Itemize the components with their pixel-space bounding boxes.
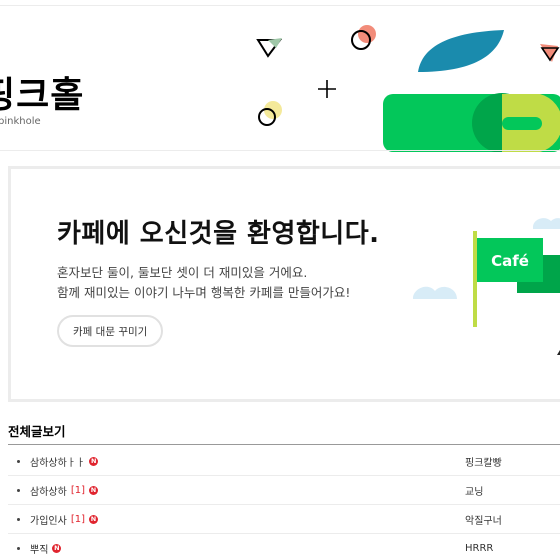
top-divider xyxy=(0,5,560,6)
welcome-desc-line-1: 혼자보단 둘이, 둘보단 셋이 더 재미있을 거에요. xyxy=(57,265,308,280)
welcome-title: 카페에 오신것을 환영합니다. xyxy=(57,219,380,249)
teal-leaf xyxy=(418,30,504,72)
header-decoration-art xyxy=(256,25,560,152)
decorate-cafe-button[interactable]: 카페 대문 꾸미기 xyxy=(57,315,164,347)
list-header-divider xyxy=(8,444,560,445)
new-badge-icon: N xyxy=(89,456,99,466)
cloud-shape-2 xyxy=(413,286,457,299)
comment-count[interactable]: [1] xyxy=(71,485,85,496)
flag-pole xyxy=(473,231,477,327)
table-row[interactable]: 가입인사 [1] N 악질구너 xyxy=(8,505,560,534)
post-author[interactable]: 핑크칼빵 xyxy=(465,454,502,469)
flag-label: Café xyxy=(491,252,529,270)
table-row[interactable]: 삼하상하ㅏㅏ N 핑크칼빵 xyxy=(8,447,560,476)
post-title-text[interactable]: 뿌직 xyxy=(30,541,48,556)
post-title-text[interactable]: 삼하상하 xyxy=(30,483,67,498)
cafe-title[interactable]: 핑크홀 xyxy=(0,66,84,118)
cloud-shape xyxy=(533,218,560,229)
new-badge-icon: N xyxy=(52,543,62,553)
table-row[interactable]: 뿌직 N HRRR xyxy=(8,534,560,560)
post-title-link[interactable]: 가입인사 [1] N xyxy=(30,512,98,527)
post-author[interactable]: 악질구너 xyxy=(465,512,502,527)
bullet-icon xyxy=(17,489,20,492)
welcome-description: 혼자보단 둘이, 둘보단 셋이 더 재미있을 거에요. 함께 재미있는 이야기 … xyxy=(57,263,350,303)
cafe-header: 핑크홀 pinkhole xyxy=(0,0,560,152)
bullet-icon xyxy=(17,460,20,463)
post-title-text[interactable]: 가입인사 xyxy=(30,512,67,527)
cafe-url[interactable]: pinkhole xyxy=(0,116,41,127)
post-author[interactable]: HRRR xyxy=(465,543,493,554)
table-row[interactable]: 삼하상하 [1] N 교닝 xyxy=(8,476,560,505)
cafe-flag-illustration: Café xyxy=(413,218,560,355)
comment-count[interactable]: [1] xyxy=(71,514,85,525)
green-pill xyxy=(502,117,542,130)
post-title-link[interactable]: 뿌직 N xyxy=(30,541,62,556)
list-title[interactable]: 전체글보기 xyxy=(8,421,66,440)
post-title-link[interactable]: 삼하상하 [1] N xyxy=(30,483,98,498)
header-divider xyxy=(0,150,560,151)
post-title-link[interactable]: 삼하상하ㅏㅏ N xyxy=(30,454,99,469)
post-title-text[interactable]: 삼하상하ㅏㅏ xyxy=(30,454,85,469)
post-author[interactable]: 교닝 xyxy=(465,483,483,498)
new-badge-icon: N xyxy=(88,514,98,524)
new-badge-icon: N xyxy=(88,485,98,495)
welcome-desc-line-2: 함께 재미있는 이야기 나누며 행복한 카페를 만들어가요! xyxy=(57,285,351,300)
bullet-icon xyxy=(17,518,20,521)
welcome-banner: 카페에 오신것을 환영합니다. 혼자보단 둘이, 둘보단 셋이 더 재미있을 거… xyxy=(8,166,560,402)
bullet-icon xyxy=(17,547,20,550)
